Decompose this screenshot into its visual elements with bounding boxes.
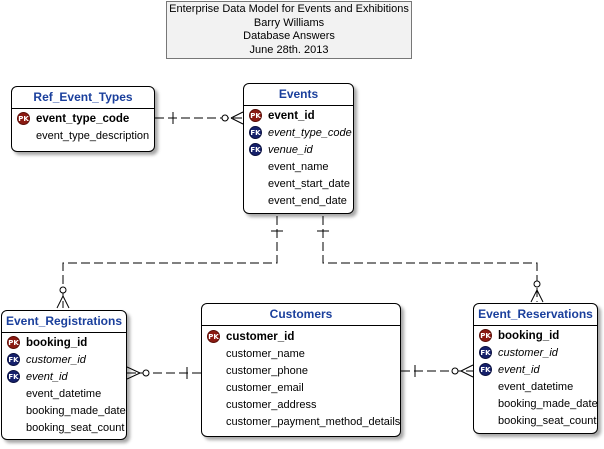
entity-title: Ref_Event_Types	[12, 87, 154, 109]
attribute-name: booking_id	[26, 337, 88, 349]
primary-key-icon: PK	[17, 112, 30, 125]
attribute-name: event_type_code	[268, 127, 352, 139]
attribute-name: event_end_date	[268, 195, 347, 207]
foreign-key-icon: FK	[249, 126, 262, 139]
rel-events-event-registrations	[56, 216, 283, 309]
attribute-name: customer_id	[498, 347, 558, 359]
attribute-name: event_name	[268, 161, 329, 173]
attribute-name: customer_id	[26, 354, 86, 366]
entity-title: Event_Registrations	[2, 311, 126, 333]
primary-key-icon: PK	[479, 329, 492, 342]
entity-events[interactable]: Events PK event_id FK event_type_code FK…	[243, 83, 354, 214]
attribute-name: event_id	[498, 364, 540, 376]
attribute-name: customer_email	[226, 382, 304, 394]
primary-key-icon: PK	[207, 330, 220, 343]
primary-key-icon: PK	[7, 336, 20, 349]
entity-title: Customers	[202, 304, 400, 326]
attribute-name: booking_id	[498, 330, 560, 342]
attribute-name: event_id	[26, 371, 68, 383]
foreign-key-icon: FK	[479, 363, 492, 376]
foreign-key-icon: FK	[7, 353, 20, 366]
foreign-key-icon: FK	[7, 370, 20, 383]
attribute-name: booking_seat_count	[26, 422, 125, 434]
header-title: Enterprise Data Model for Events and Exh…	[169, 3, 409, 15]
rel-customers-event-registrations	[126, 366, 201, 380]
attribute-name: venue_id	[268, 144, 313, 156]
attribute-name: customer_payment_method_details	[226, 416, 401, 428]
header-date: June 28th. 2013	[249, 43, 329, 56]
attribute-name: booking_seat_count	[498, 415, 597, 427]
header-organization: Database Answers	[243, 30, 335, 42]
entity-title: Event_Reservations	[474, 304, 597, 326]
attribute-name: event_id	[268, 110, 315, 122]
attribute-name: booking_made_date	[498, 398, 598, 410]
header-author: Barry Williams	[253, 16, 325, 29]
attribute-name: event_datetime	[26, 388, 102, 400]
foreign-key-icon: FK	[479, 346, 492, 359]
entity-ref-event-types[interactable]: Ref_Event_Types PK event_type_code event…	[11, 86, 155, 152]
attribute-name: booking_made_date	[26, 405, 126, 417]
attribute-name: customer_id	[226, 331, 295, 343]
attribute-name: customer_phone	[226, 365, 308, 377]
attribute-name: customer_name	[226, 348, 305, 360]
primary-key-icon: PK	[249, 109, 262, 122]
entity-customers[interactable]: Customers PK customer_id customer_name c…	[201, 303, 401, 437]
entity-title: Events	[244, 84, 353, 106]
attribute-name: event_type_description	[36, 130, 150, 142]
attribute-name: customer_address	[226, 399, 317, 411]
foreign-key-icon: FK	[249, 143, 262, 156]
entity-event-reservations[interactable]: Event_Reservations PK booking_id FK cust…	[473, 303, 598, 434]
rel-ref-event-types-events	[155, 111, 244, 125]
attribute-name: event_start_date	[268, 178, 350, 190]
rel-events-event-reservations	[317, 216, 544, 303]
entity-event-registrations[interactable]: Event_Registrations PK booking_id FK cus…	[1, 310, 127, 440]
rel-customers-event-reservations	[401, 364, 474, 378]
diagram-header: Enterprise Data Model for Events and Exh…	[166, 1, 412, 59]
attribute-name: event_type_code	[36, 113, 130, 125]
attribute-name: event_datetime	[498, 381, 574, 393]
